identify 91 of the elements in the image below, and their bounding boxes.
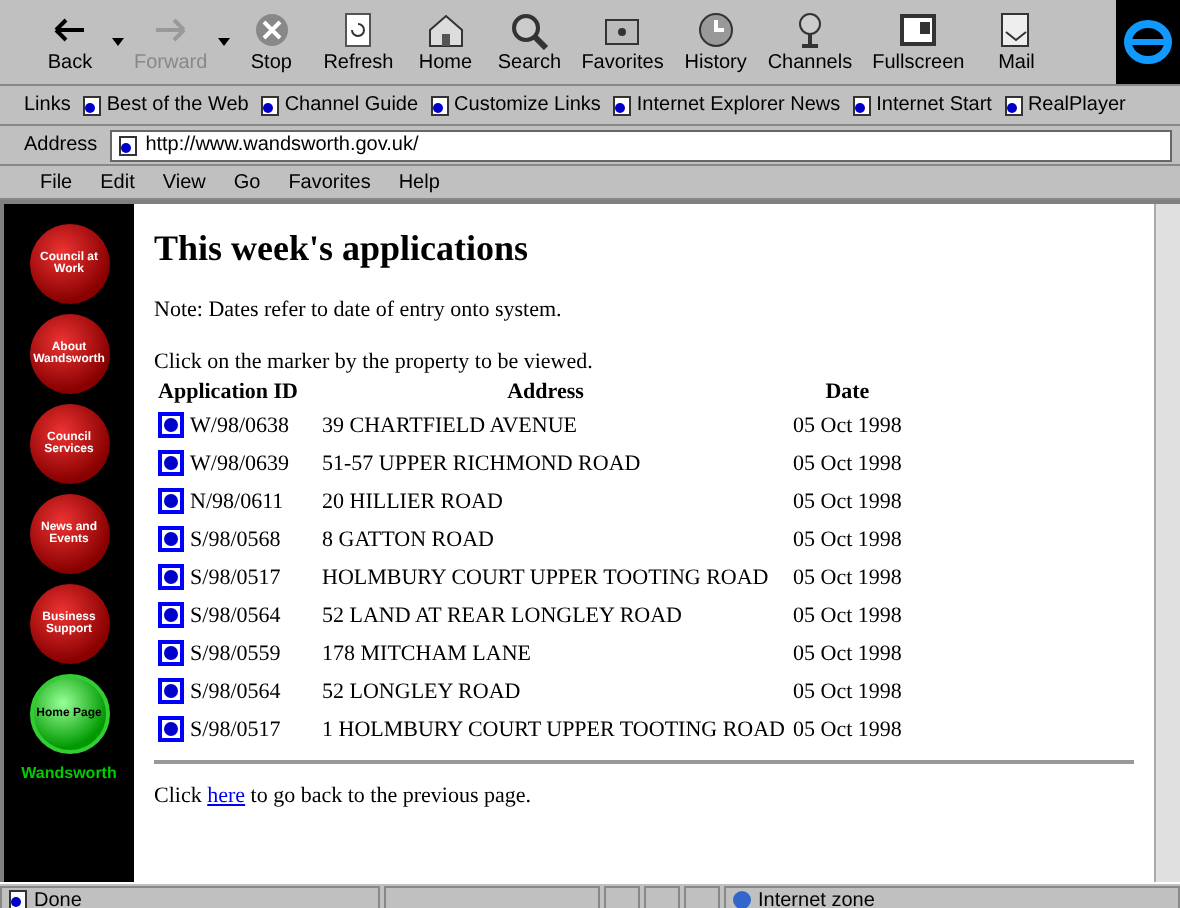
table-cell: 05 Oct 1998 <box>793 565 902 589</box>
table-cell: W/98/0639 <box>190 451 290 475</box>
table-cell: S/98/0568 <box>190 527 281 551</box>
toolbar-button[interactable]: Back <box>28 10 112 74</box>
page-icon <box>8 890 28 908</box>
toolbar-button[interactable]: Favorites <box>571 10 674 74</box>
instruction-text: Click on the marker by the property to be viewed. <box>154 350 595 374</box>
toolbar-button[interactable]: Fullscreen <box>862 10 975 74</box>
page-icon <box>260 95 281 115</box>
marker-button[interactable] <box>158 602 185 628</box>
zone-text: Internet zone <box>724 886 1180 908</box>
status-panel <box>684 886 720 908</box>
links-label: Links <box>24 94 71 116</box>
home-icon <box>423 10 468 50</box>
marker-button[interactable] <box>158 678 185 704</box>
marker-button[interactable] <box>158 488 185 514</box>
toolbar-button[interactable]: History <box>673 10 758 74</box>
table-cell: 05 Oct 1998 <box>793 679 902 703</box>
table-cell: 05 Oct 1998 <box>793 717 902 741</box>
note-text: Note: Dates refer to date of entry onto system. <box>154 298 564 322</box>
link-button[interactable]: Customize Links <box>430 94 601 116</box>
address-field[interactable]: http://www.wandsworth.gov.uk/ <box>109 129 1172 161</box>
marker-button[interactable] <box>158 564 185 590</box>
table-cell: 05 Oct 1998 <box>793 451 902 475</box>
page-title: This week's applications <box>154 228 531 270</box>
table-cell: 05 Oct 1998 <box>793 489 902 513</box>
table-cell: 05 Oct 1998 <box>793 413 902 437</box>
marker-button[interactable] <box>158 640 185 666</box>
marker-button[interactable] <box>158 716 185 742</box>
table-cell: 178 MITCHAM LANE <box>322 641 532 665</box>
table-cell: S/98/0517 <box>190 565 281 589</box>
status-text: Done <box>0 886 380 908</box>
page-icon <box>117 135 138 155</box>
marker-button[interactable] <box>158 526 185 552</box>
marker-button[interactable] <box>158 450 185 476</box>
toolbar-button[interactable]: Refresh <box>313 10 404 74</box>
table-cell: S/98/0559 <box>190 641 281 665</box>
column-header: Address <box>505 378 586 406</box>
status-panel <box>644 886 680 908</box>
table-cell: HOLMBURY COURT UPPER TOOTING ROAD <box>322 565 769 589</box>
menu-item[interactable]: File <box>40 171 73 193</box>
toolbar-button[interactable]: Stop <box>229 10 314 74</box>
table-cell: 20 HILLIER ROAD <box>322 489 503 513</box>
column-header: Application ID <box>156 378 301 406</box>
column-header: Date <box>823 378 872 406</box>
link-button[interactable]: Internet Explorer News <box>612 94 841 116</box>
caret-icon[interactable] <box>112 38 124 46</box>
table-cell: 05 Oct 1998 <box>793 603 902 627</box>
sidebar-caption: Wandsworth <box>21 764 117 782</box>
table-cell: 52 LAND AT REAR LONGLEY ROAD <box>322 603 682 627</box>
page-icon <box>82 95 103 115</box>
table-cell: N/98/0611 <box>190 489 284 513</box>
toolbar-button[interactable]: Search <box>487 10 572 74</box>
link-button[interactable]: Internet Start <box>852 94 992 116</box>
browser-logo <box>1116 0 1180 84</box>
table-cell: S/98/0517 <box>190 717 281 741</box>
table-cell: S/98/0564 <box>190 603 281 627</box>
table-cell: 51-57 UPPER RICHMOND ROAD <box>322 451 641 475</box>
page-icon <box>430 95 451 115</box>
address-label: Address <box>24 134 98 156</box>
toolbar-button[interactable]: Channels <box>757 10 863 74</box>
globe-icon <box>732 890 752 908</box>
page-icon <box>1003 95 1024 115</box>
link-button[interactable]: Best of the Web <box>82 94 249 116</box>
status-panel <box>604 886 640 908</box>
toolbar-button[interactable]: Home <box>403 10 488 74</box>
menu-item[interactable]: Go <box>233 171 261 193</box>
back-text: Click here to go back to the previous page. <box>154 784 534 808</box>
clock-icon <box>693 10 738 50</box>
page-icon <box>852 95 873 115</box>
marker-button[interactable] <box>158 412 185 438</box>
link-button[interactable]: RealPlayer <box>1003 94 1126 116</box>
table-cell: W/98/0638 <box>190 413 290 437</box>
page-icon <box>612 95 633 115</box>
table-cell: 05 Oct 1998 <box>793 527 902 551</box>
here-link[interactable]: here <box>207 784 246 808</box>
table-cell: 8 GATTON ROAD <box>322 527 494 551</box>
window-icon <box>896 10 941 50</box>
table-cell: 39 CHARTFIELD AVENUE <box>322 413 577 437</box>
table-cell: 05 Oct 1998 <box>793 641 902 665</box>
search-icon <box>507 10 552 50</box>
menu-item[interactable]: Edit <box>100 171 135 193</box>
menu-item[interactable]: View <box>162 171 206 193</box>
toolbar-button[interactable]: Mail <box>974 10 1059 74</box>
link-button[interactable]: Channel Guide <box>260 94 419 116</box>
table-cell: S/98/0564 <box>190 679 281 703</box>
menu-item[interactable]: Favorites <box>288 171 371 193</box>
table-cell: 1 HOLMBURY COURT UPPER TOOTING ROAD <box>322 717 786 741</box>
scrollbar[interactable] <box>1154 204 1180 882</box>
menu-item[interactable]: Help <box>398 171 440 193</box>
table-cell: 52 LONGLEY ROAD <box>322 679 521 703</box>
